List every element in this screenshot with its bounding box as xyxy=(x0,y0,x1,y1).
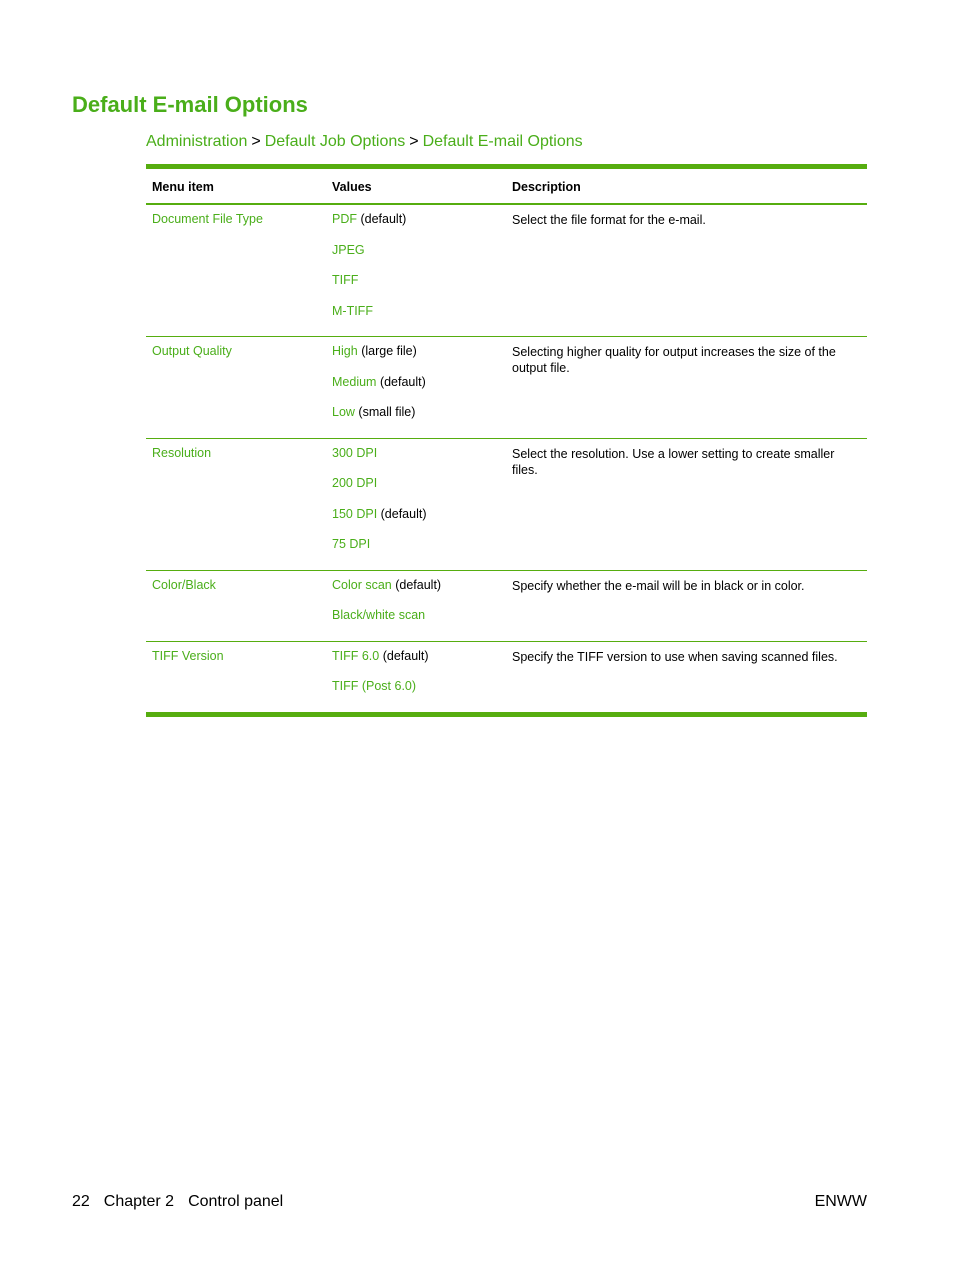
values-cell: High (large file) Medium (default) Low (sm… xyxy=(326,336,506,439)
breadcrumb-administration[interactable]: Administration xyxy=(146,133,247,150)
value-option-label[interactable]: TIFF (Post 6.0) xyxy=(332,679,416,693)
value-option: High (large file) xyxy=(332,344,500,359)
value-option-label[interactable]: JPEG xyxy=(332,243,365,257)
value-option-note: (small file) xyxy=(354,405,416,419)
value-option: TIFF (Post 6.0) xyxy=(332,679,500,694)
value-option-note: (default) xyxy=(379,648,429,663)
values-cell: Color scan (default) Black/white scan xyxy=(326,570,506,642)
value-option-note: (default) xyxy=(357,212,407,226)
value-option-note: (large file) xyxy=(357,344,417,358)
value-option: Black/white scan xyxy=(332,608,500,623)
value-option-label[interactable]: Black/white scan xyxy=(332,608,425,622)
values-cell: PDF (default) JPEG TIFF M-TIFF xyxy=(326,204,506,337)
value-option: M-TIFF xyxy=(332,304,500,319)
description-cell: Select the file format for the e-mail. xyxy=(506,204,867,337)
breadcrumb-default-email-options[interactable]: Default E-mail Options xyxy=(423,133,583,150)
table-row: Color/Black Color scan (default) Black/whi… xyxy=(146,570,867,642)
breadcrumb: Administration > Default Job Options > Defau… xyxy=(146,133,583,151)
value-option-label[interactable]: Color scan xyxy=(332,578,392,592)
value-option: TIFF xyxy=(332,273,500,288)
value-option-label[interactable]: 75 DPI xyxy=(332,537,370,551)
locale-code: ENWW xyxy=(814,1193,867,1210)
values-cell: TIFF 6.0 (default) TIFF (Post 6.0) xyxy=(326,641,506,714)
value-option-label[interactable]: PDF xyxy=(332,212,357,226)
value-option-label[interactable]: M-TIFF xyxy=(332,304,373,318)
header-menu-item: Menu item xyxy=(146,166,326,205)
footer-left: 22 Chapter 2 Control panel xyxy=(72,1193,297,1211)
value-option: TIFF 6.0 (default) xyxy=(332,649,500,664)
value-option: Medium (default) xyxy=(332,375,500,390)
description-cell: Selecting higher quality for output incr… xyxy=(506,336,867,439)
menu-item-cell[interactable]: Document File Type xyxy=(146,204,326,337)
value-option-note: (default) xyxy=(377,506,427,521)
table-row: Resolution 300 DPI 200 DPI 150 DPI (default… xyxy=(146,438,867,571)
value-option: JPEG xyxy=(332,243,500,258)
value-option-label[interactable]: TIFF xyxy=(332,273,358,287)
options-table: Menu item Values Description Document Fi… xyxy=(146,164,867,717)
header-description: Description xyxy=(506,166,867,205)
table-row: Output Quality High (large file) Medium (d… xyxy=(146,336,867,439)
breadcrumb-separator: > xyxy=(251,133,261,150)
section-label: Control panel xyxy=(188,1193,284,1210)
table-header-row: Menu item Values Description xyxy=(146,166,867,205)
page-title: Default E-mail Options xyxy=(72,92,308,117)
header-values: Values xyxy=(326,166,506,205)
value-option-label[interactable]: 200 DPI xyxy=(332,476,377,490)
description-cell: Specify the TIFF version to use when sav… xyxy=(512,649,838,664)
page-number: 22 xyxy=(72,1193,90,1210)
value-option: 200 DPI xyxy=(332,476,500,491)
value-option: Color scan (default) xyxy=(332,578,500,593)
table-row: Document File Type PDF (default) JPEG TIFF M… xyxy=(146,204,867,337)
value-option-label[interactable]: Low xyxy=(332,405,355,419)
menu-item-cell[interactable]: Output Quality xyxy=(146,336,326,439)
value-option-label[interactable]: TIFF 6.0 xyxy=(332,649,379,663)
chapter-label: Chapter 2 xyxy=(103,1193,175,1210)
menu-item-cell[interactable]: Color/Black xyxy=(146,570,326,642)
breadcrumb-separator: > xyxy=(409,133,419,150)
value-option: PDF (default) xyxy=(332,212,500,227)
menu-item-cell[interactable]: TIFF Version xyxy=(146,641,326,714)
value-option-note: (default) xyxy=(376,374,426,389)
menu-item-cell[interactable]: Resolution xyxy=(146,438,326,571)
value-option-label[interactable]: 150 DPI xyxy=(332,507,377,521)
value-option-label[interactable]: 300 DPI xyxy=(332,446,377,460)
value-option: 75 DPI xyxy=(332,537,500,552)
value-option-note: (default) xyxy=(391,577,442,592)
value-option: Low (small file) xyxy=(332,405,500,420)
description-cell: Specify whether the e-mail will be in bl… xyxy=(506,570,867,642)
values-cell: 300 DPI 200 DPI 150 DPI (default) 75 DPI xyxy=(326,438,506,571)
breadcrumb-default-job-options[interactable]: Default Job Options xyxy=(265,133,406,150)
value-option: 150 DPI (default) xyxy=(332,507,500,522)
value-option-label[interactable]: Medium xyxy=(332,375,376,389)
description-cell: Select the resolution. Use a lower setti… xyxy=(506,438,867,571)
value-option: 300 DPI xyxy=(332,446,500,461)
table-row: TIFF Version TIFF 6.0 (default) TIFF (Post… xyxy=(146,641,867,714)
value-option-label[interactable]: High xyxy=(332,344,358,358)
